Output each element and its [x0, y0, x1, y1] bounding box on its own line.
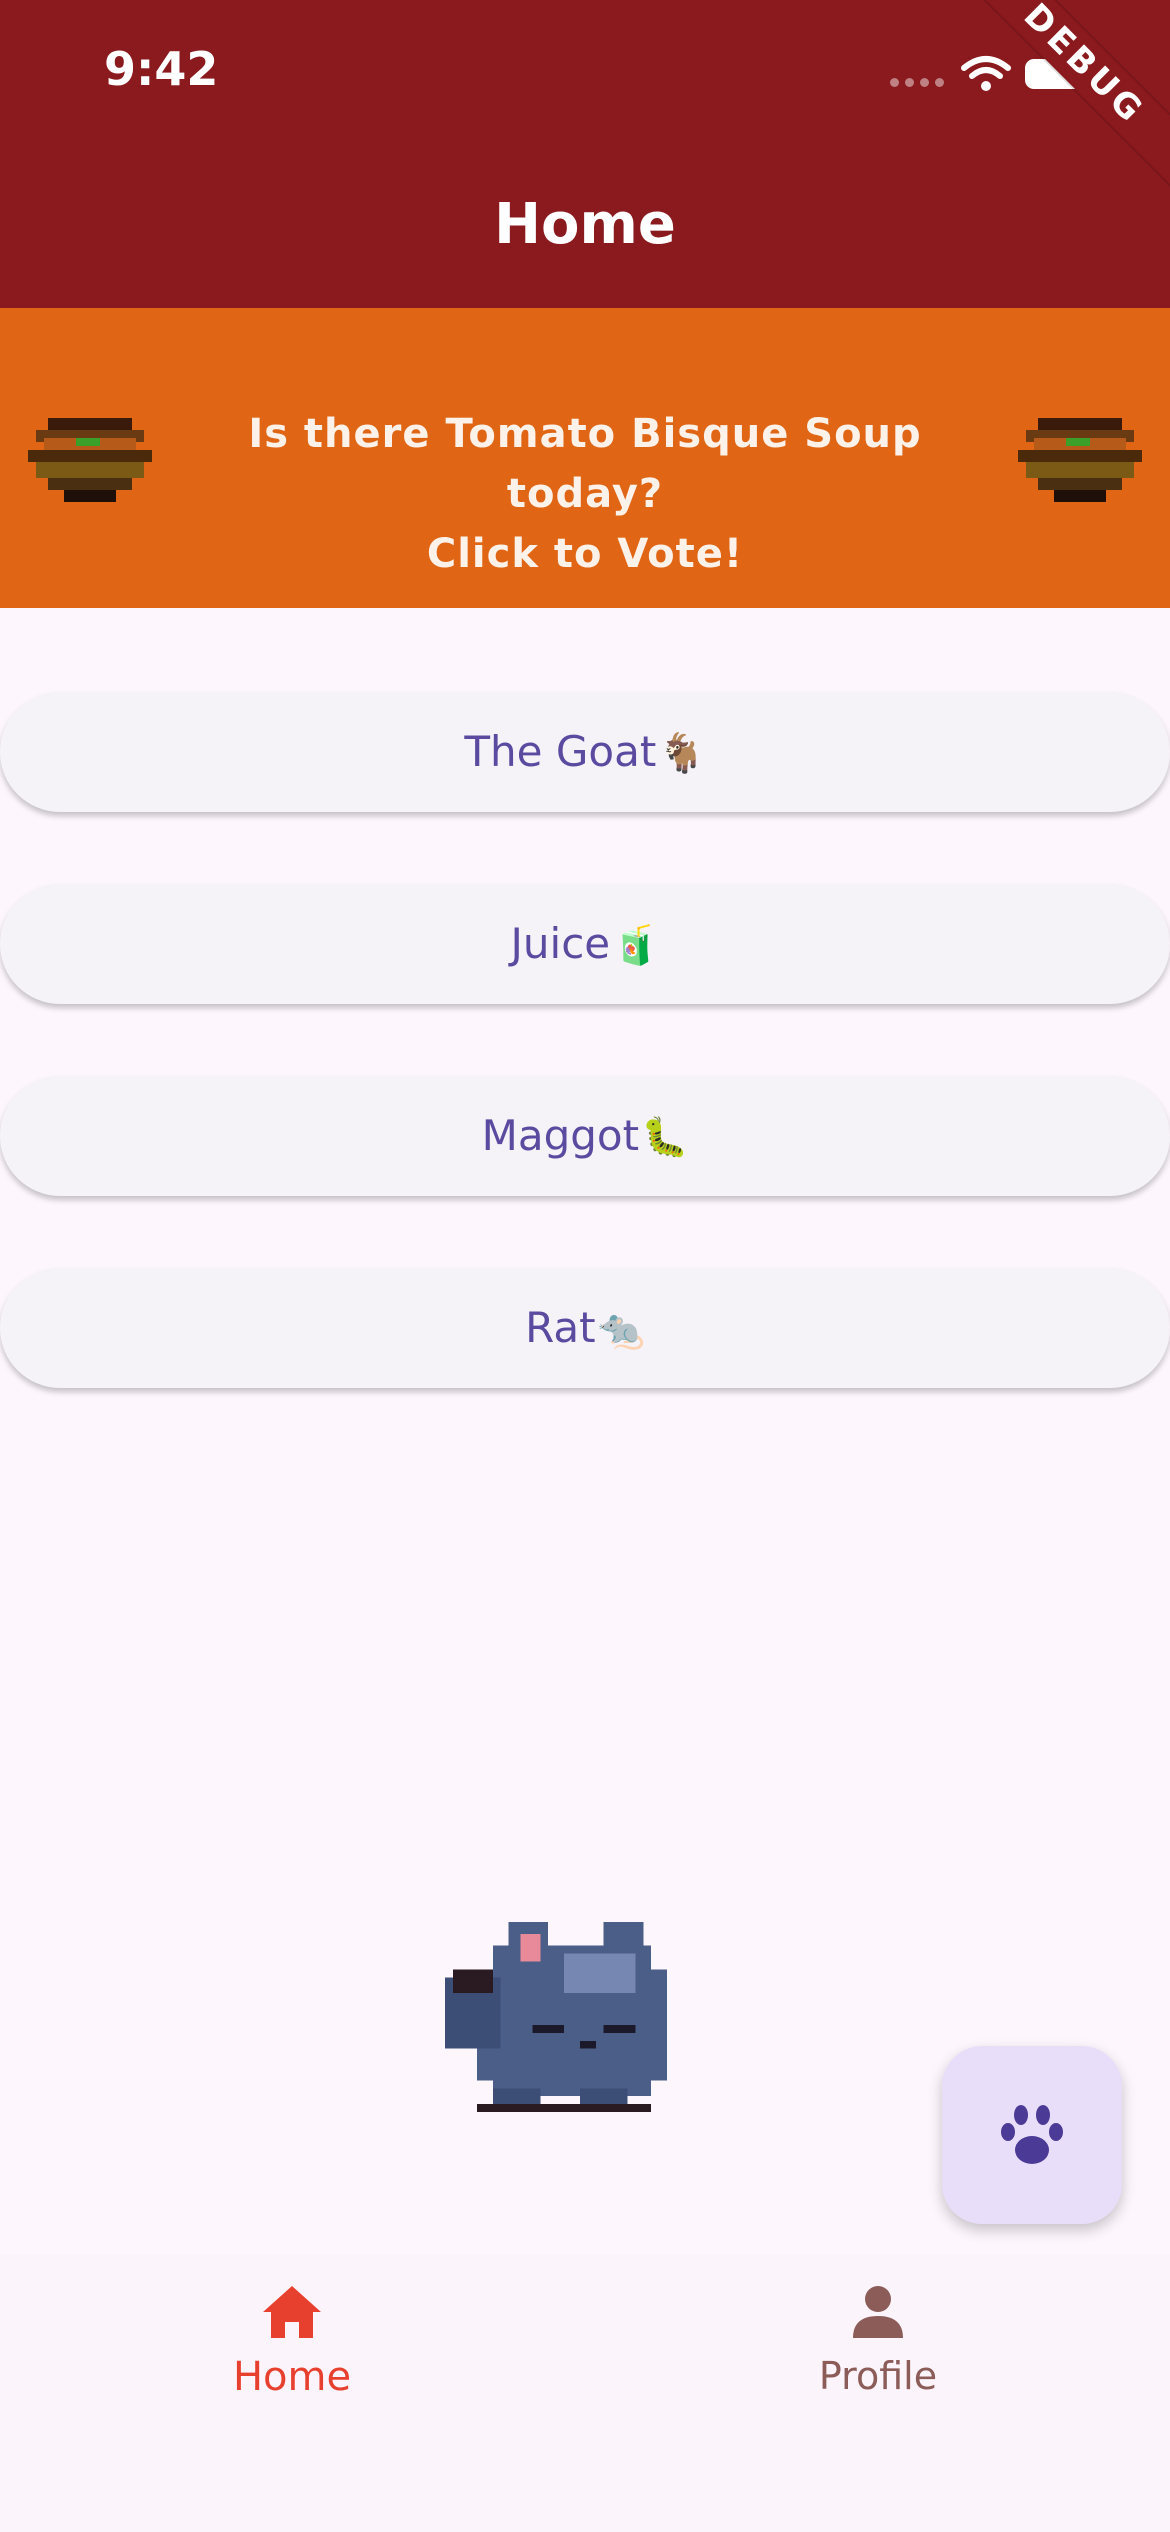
status-time: 9:42: [104, 42, 219, 96]
choice-button-the-goat[interactable]: The Goat🐐: [0, 692, 1170, 812]
banner-line-2: Click to Vote!: [426, 531, 744, 577]
app-bar: 9:42 Home: [0, 0, 1170, 308]
choice-label: Rat: [525, 1303, 596, 1352]
banner-line-1: Is there Tomato Bisque Soup today?: [248, 411, 922, 517]
person-icon: [853, 2286, 903, 2338]
rat-icon: 🐀: [597, 1307, 645, 1351]
signal-dots-icon: [890, 72, 950, 91]
choice-label: The Goat: [464, 727, 657, 776]
bottom-navigation: Home Profile: [0, 2254, 1170, 2532]
nav-label-home: Home: [232, 2354, 352, 2400]
choice-button-maggot[interactable]: Maggot🐛: [0, 1076, 1170, 1196]
choice-button-rat[interactable]: Rat🐀: [0, 1268, 1170, 1388]
paw-icon: [1001, 2105, 1063, 2164]
nav-item-profile[interactable]: Profile: [728, 2284, 1028, 2398]
soup-bowl-icon: [1018, 418, 1142, 502]
nav-label-profile: Profile: [818, 2354, 938, 2398]
choice-label: Maggot: [481, 1111, 640, 1160]
home-icon: [263, 2286, 321, 2338]
bug-icon: 🐛: [641, 1115, 689, 1159]
goat-icon: 🐐: [658, 731, 706, 775]
choice-label: Juice: [510, 919, 611, 968]
choice-button-juice[interactable]: Juice🧃: [0, 884, 1170, 1004]
vote-banner[interactable]: Is there Tomato Bisque Soup today? Click…: [0, 308, 1170, 608]
nav-item-home[interactable]: Home: [142, 2284, 442, 2400]
page-title: Home: [494, 192, 676, 257]
wifi-icon: [961, 56, 1011, 91]
sleeping-cat-icon: [445, 1921, 668, 2113]
banner-text: Is there Tomato Bisque Soup today? Click…: [170, 404, 1000, 584]
paw-fab-button[interactable]: [942, 2046, 1122, 2224]
soup-bowl-icon: [28, 418, 152, 502]
juice-box-icon: 🧃: [612, 923, 660, 967]
status-bar: 9:42: [0, 0, 1170, 150]
